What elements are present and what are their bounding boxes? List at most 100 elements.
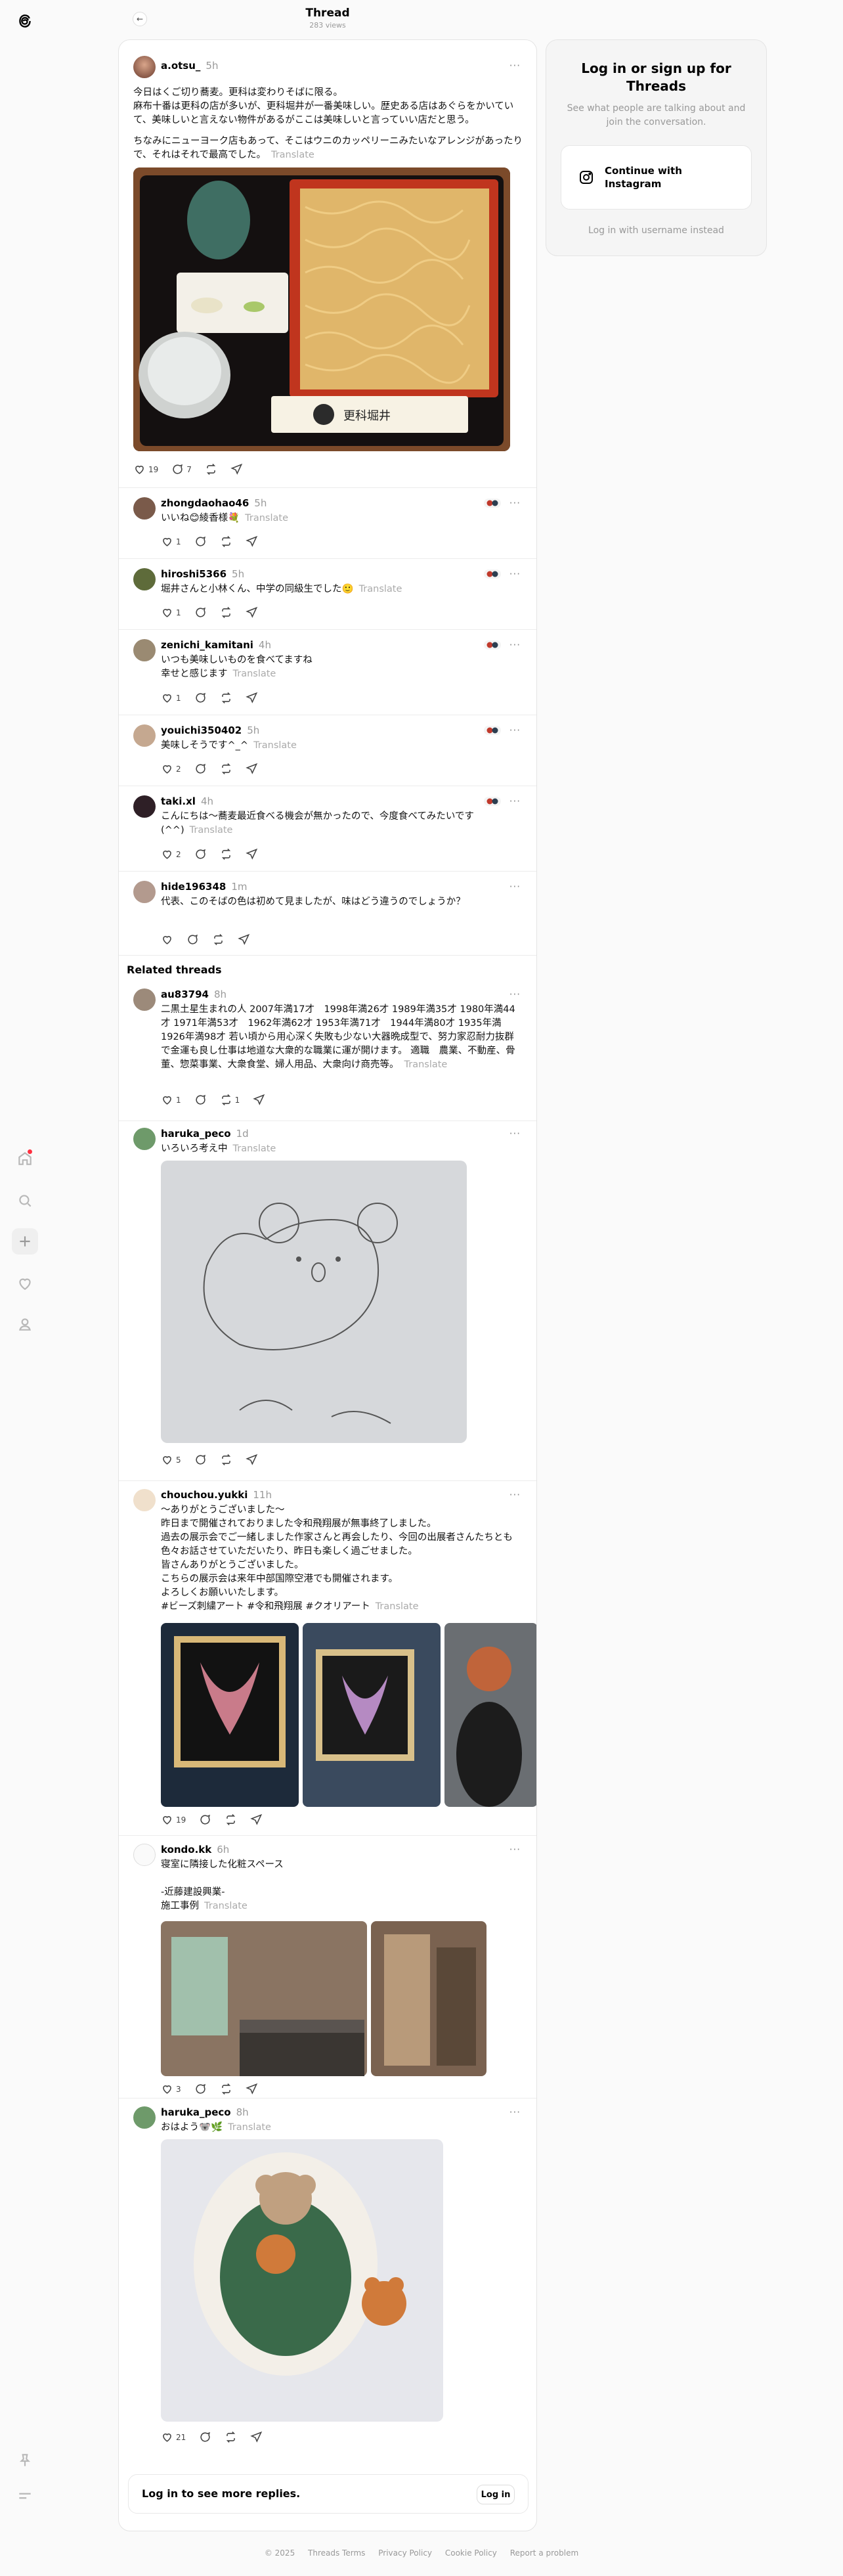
reply-button[interactable]: [186, 933, 199, 946]
repost-button[interactable]: [220, 535, 232, 548]
share-button[interactable]: [245, 1454, 258, 1466]
like-button[interactable]: 21: [161, 2431, 186, 2443]
share-button[interactable]: [245, 2083, 258, 2095]
like-button[interactable]: 19: [161, 1813, 186, 1826]
share-button[interactable]: [230, 463, 243, 476]
repost-button[interactable]: [220, 848, 232, 860]
heart-icon[interactable]: [12, 1270, 38, 1297]
translate-link[interactable]: Translate: [376, 1601, 419, 1612]
reply-button[interactable]: [194, 606, 207, 619]
more-icon[interactable]: ···: [509, 2106, 521, 2118]
like-button[interactable]: 1: [161, 692, 181, 704]
username-login-link[interactable]: Log in with username instead: [546, 225, 766, 236]
repost-button[interactable]: [220, 606, 232, 619]
repost-button[interactable]: [225, 1813, 237, 1826]
reply-author[interactable]: hiroshi5366 5h: [161, 568, 244, 580]
avatar[interactable]: [133, 795, 156, 818]
more-icon[interactable]: ···: [509, 881, 521, 893]
reply-button[interactable]: [194, 2083, 207, 2095]
like-button[interactable]: 3: [161, 2083, 181, 2095]
like-button[interactable]: 1: [161, 535, 181, 548]
repost-button[interactable]: [220, 692, 232, 704]
share-button[interactable]: [245, 535, 258, 548]
more-icon[interactable]: ···: [509, 639, 521, 651]
avatar[interactable]: [133, 724, 156, 747]
avatar[interactable]: [133, 2106, 156, 2129]
more-icon[interactable]: ···: [509, 60, 521, 72]
privacy-link[interactable]: Privacy Policy: [378, 2548, 432, 2558]
share-button[interactable]: [238, 933, 250, 946]
post-image[interactable]: [161, 2139, 443, 2422]
post-author[interactable]: haruka_peco 8h: [161, 2106, 249, 2118]
translate-link[interactable]: Translate: [271, 150, 314, 160]
translate-link[interactable]: Translate: [253, 740, 297, 751]
avatar[interactable]: [133, 988, 156, 1011]
post-author[interactable]: au83794 8h: [161, 988, 227, 1000]
more-icon[interactable]: ···: [509, 988, 521, 1000]
more-icon[interactable]: ···: [509, 795, 521, 807]
more-icon[interactable]: ···: [509, 1128, 521, 1140]
reply-author[interactable]: taki.xl 4h: [161, 795, 213, 807]
translate-link[interactable]: Translate: [233, 669, 276, 679]
home-icon[interactable]: [12, 1145, 38, 1172]
cookie-link[interactable]: Cookie Policy: [445, 2548, 497, 2558]
share-button[interactable]: [245, 606, 258, 619]
reply-button[interactable]: [194, 692, 207, 704]
repost-button[interactable]: [220, 1454, 232, 1466]
avatar[interactable]: [133, 1128, 156, 1150]
post-author[interactable]: chouchou.yukki 11h: [161, 1489, 272, 1501]
reply-button[interactable]: [194, 535, 207, 548]
avatar[interactable]: [133, 1844, 156, 1866]
avatar[interactable]: [133, 56, 156, 78]
post-image[interactable]: 更科堀井: [133, 167, 510, 451]
share-button[interactable]: [250, 2431, 263, 2443]
share-button[interactable]: [245, 848, 258, 860]
translate-link[interactable]: Translate: [359, 584, 402, 594]
share-button[interactable]: [245, 763, 258, 775]
like-button[interactable]: 5: [161, 1454, 181, 1466]
repost-button[interactable]: [220, 763, 232, 775]
repost-button[interactable]: 1: [220, 1094, 240, 1106]
reply-button[interactable]: [194, 1094, 207, 1106]
reply-author[interactable]: hide196348 1m: [161, 881, 248, 893]
reply-button[interactable]: [194, 848, 207, 860]
threads-logo[interactable]: [12, 8, 38, 34]
repost-button[interactable]: [220, 2083, 232, 2095]
translate-link[interactable]: Translate: [228, 2122, 271, 2133]
reply-button[interactable]: [199, 2431, 211, 2443]
login-button[interactable]: Log in: [477, 2485, 515, 2504]
like-button[interactable]: 2: [161, 848, 181, 860]
avatar[interactable]: [133, 497, 156, 520]
post-author[interactable]: kondo.kk 6h: [161, 1844, 229, 1855]
menu-icon[interactable]: [12, 2483, 38, 2509]
more-icon[interactable]: ···: [509, 497, 521, 509]
more-icon[interactable]: ···: [509, 568, 521, 580]
translate-link[interactable]: Translate: [245, 513, 288, 523]
avatar[interactable]: [133, 881, 156, 903]
like-button[interactable]: [161, 933, 173, 946]
avatar[interactable]: [133, 568, 156, 590]
terms-link[interactable]: Threads Terms: [308, 2548, 365, 2558]
search-icon[interactable]: [12, 1188, 38, 1214]
translate-link[interactable]: Translate: [190, 825, 233, 835]
avatar[interactable]: [133, 1489, 156, 1511]
post-image[interactable]: [161, 1161, 467, 1443]
share-button[interactable]: [250, 1813, 263, 1826]
profile-icon[interactable]: [12, 1311, 38, 1337]
share-button[interactable]: [245, 692, 258, 704]
avatar[interactable]: [133, 639, 156, 661]
image-carousel[interactable]: [161, 1623, 536, 1807]
username[interactable]: a.otsu_: [161, 60, 200, 72]
reply-button[interactable]: [199, 1813, 211, 1826]
translate-link[interactable]: Translate: [204, 1901, 248, 1911]
reply-author[interactable]: youichi350402 5h: [161, 724, 259, 736]
reply-button[interactable]: 7: [171, 463, 192, 476]
continue-with-instagram-button[interactable]: Continue with Instagram: [561, 145, 752, 210]
repost-button[interactable]: [205, 463, 217, 476]
more-icon[interactable]: ···: [509, 1844, 521, 1855]
pin-icon[interactable]: [12, 2447, 38, 2474]
reply-button[interactable]: [194, 763, 207, 775]
like-button[interactable]: 2: [161, 763, 181, 775]
share-button[interactable]: [253, 1094, 265, 1106]
repost-button[interactable]: [225, 2431, 237, 2443]
